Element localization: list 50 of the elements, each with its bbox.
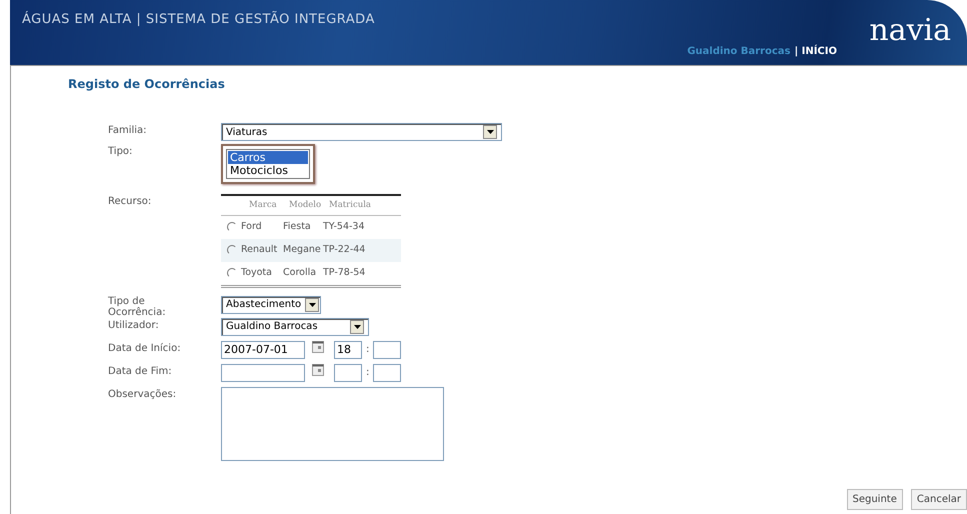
time-separator: : — [366, 343, 370, 358]
field-label: Recurso: — [108, 195, 152, 209]
list-option[interactable]: Carros — [228, 151, 308, 164]
date-field[interactable] — [221, 364, 305, 382]
dropdown-arrow-icon — [486, 130, 494, 134]
field-label: Data de Fim: — [108, 364, 173, 379]
dropdown-arrow-icon — [308, 302, 316, 307]
table-cell-text: TP-78-54 — [323, 266, 366, 280]
form-button[interactable]: Cancelar — [910, 489, 967, 510]
field-label: Tipo: — [108, 145, 134, 159]
table-cell-text: Corolla — [283, 266, 318, 280]
column-header: Marca — [249, 199, 278, 212]
form-button[interactable]: Seguinte — [846, 489, 903, 510]
minute-field[interactable] — [373, 364, 402, 382]
page-title: Registo de Ocorrências — [67, 76, 226, 93]
field-label: Tipo de Ocorrência: — [108, 296, 167, 318]
time-separator: : — [366, 366, 370, 380]
table-cell-text: Ford — [241, 220, 263, 234]
family-select[interactable]: Viaturas — [221, 123, 502, 141]
list-option[interactable]: Motociclos — [228, 164, 308, 177]
table-cell-text: Fiesta — [283, 220, 312, 234]
calendar-icon[interactable] — [312, 364, 324, 376]
table-cell-text: Megane — [283, 243, 322, 258]
table-cell-text: TP-22-44 — [323, 243, 366, 258]
radio-button[interactable] — [227, 245, 237, 256]
radio-button[interactable] — [227, 268, 237, 278]
hour-field[interactable] — [334, 364, 362, 382]
table-cell-text: TY-54-34 — [323, 220, 366, 234]
column-header: Modelo — [289, 199, 322, 212]
date-field[interactable]: 2007-07-01 — [221, 340, 305, 359]
home-link[interactable]: | INÍCIO — [794, 46, 837, 57]
app-title: ÁGUAS EM ALTA | SISTEMA DE GESTÃO INTEGRADA — [22, 10, 375, 29]
radio-button[interactable] — [227, 222, 237, 232]
calendar-icon[interactable] — [312, 340, 324, 353]
column-header: Matricula — [329, 199, 372, 212]
field-label: Data de Início: — [108, 342, 182, 356]
field-label: Familia: — [108, 124, 148, 138]
type-listbox[interactable]: Carros Motociclos — [226, 149, 310, 179]
field-label: Observações: — [108, 388, 178, 402]
user-name: Gualdino Barrocas — [687, 46, 790, 57]
user-select[interactable]: Gualdino Barrocas — [221, 318, 369, 336]
dropdown-arrow-icon — [354, 324, 360, 329]
logo: navia — [869, 16, 951, 46]
field-label: Utilizador: — [108, 318, 160, 333]
minute-field[interactable] — [373, 340, 402, 359]
table-cell-text: Toyota — [241, 266, 273, 280]
table-cell-text: Renault — [241, 243, 278, 258]
hour-field[interactable]: 18 — [334, 340, 362, 359]
notes-field[interactable] — [221, 386, 444, 461]
occurrence-type-select[interactable]: Abastecimento — [221, 296, 321, 314]
